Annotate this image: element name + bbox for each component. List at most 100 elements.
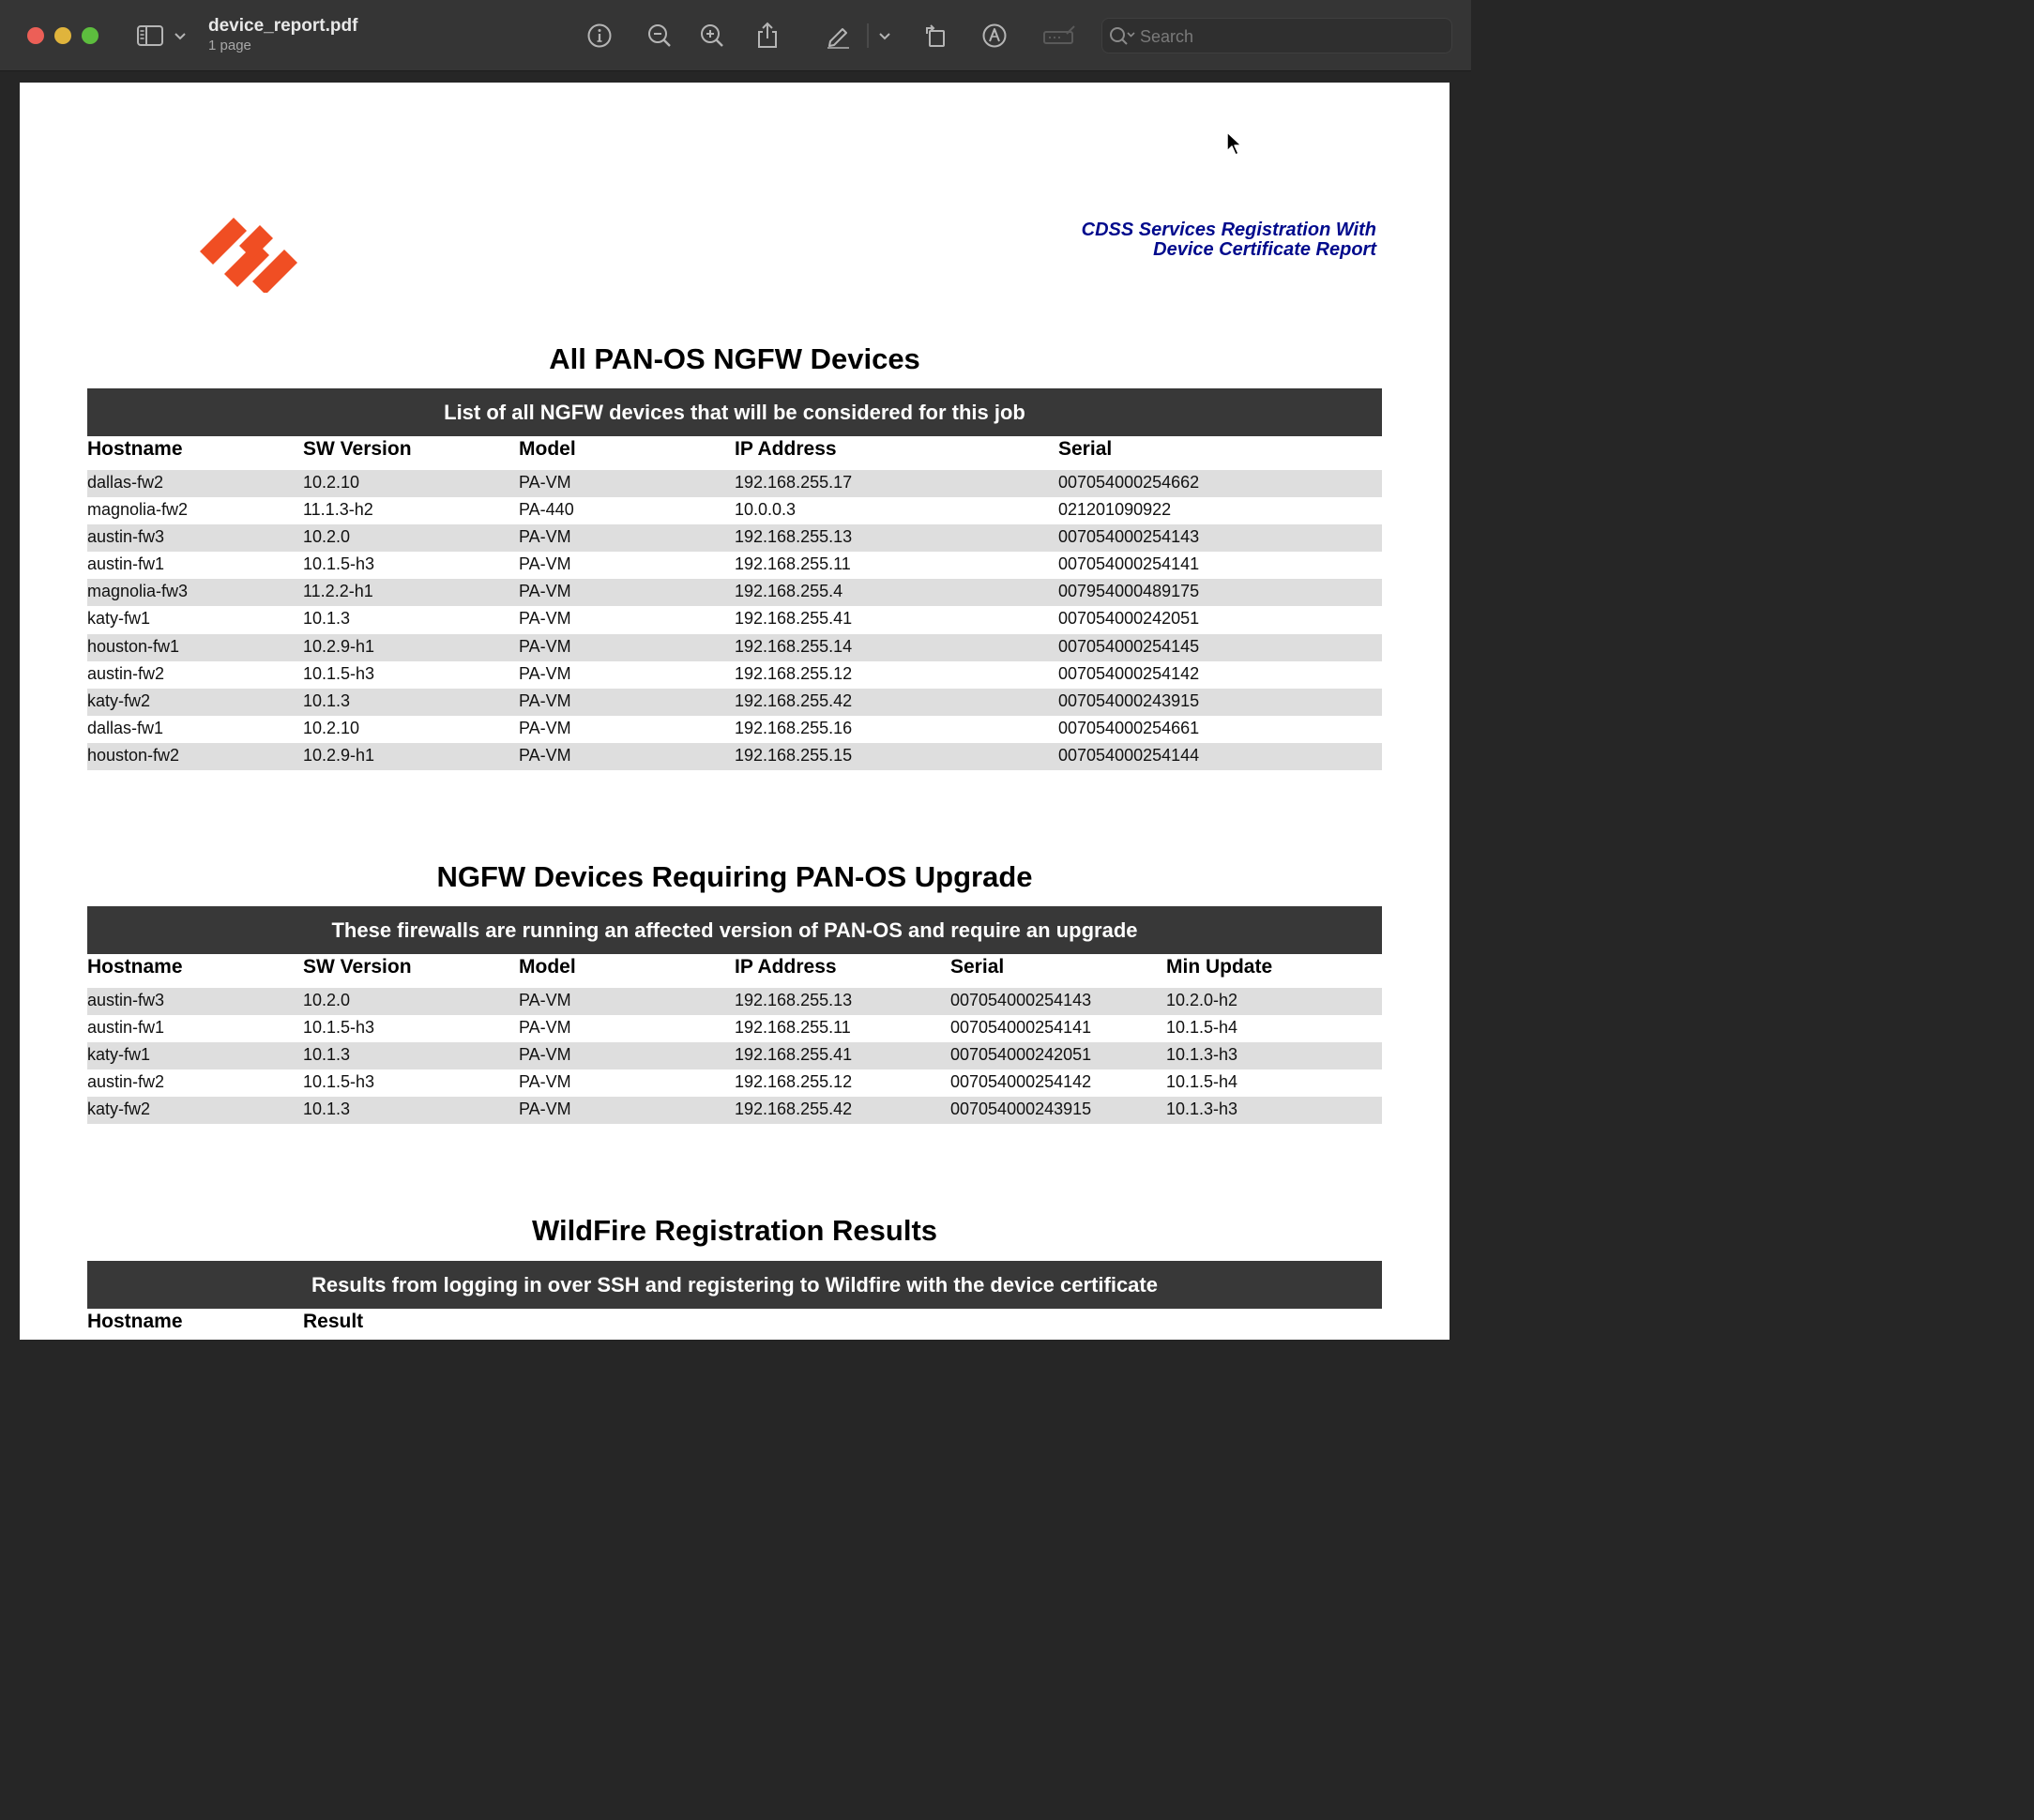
- table-cell: austin-fw3: [87, 991, 165, 1009]
- report-title-line-2: Device Certificate Report: [1153, 239, 1376, 260]
- upgrade-devices-table: Hostname SW Version Model IP Address Serial M…: [87, 954, 1382, 1125]
- table-cell: austin-fw2: [87, 663, 165, 683]
- table-cell: 192.168.255.42: [735, 690, 853, 710]
- table-row: katy-fw2 10.1.3 PA-VM 192.168.255.42 0070540…: [87, 1097, 1382, 1125]
- annotate-icon[interactable]: [980, 21, 1009, 51]
- all-devices-table: Hostname SW Version Model IP Address Serial d…: [87, 436, 1382, 771]
- table-cell: 192.168.255.15: [735, 745, 853, 765]
- minimize-window-button[interactable]: [54, 27, 71, 44]
- table-row: austin-fw1 10.1.5-h3 PA-VM 192.168.255.11 00…: [87, 1015, 1382, 1042]
- table-cell: 10.1.5-h3: [303, 663, 375, 683]
- rotate-icon[interactable]: [921, 21, 949, 51]
- search-field[interactable]: [1101, 18, 1452, 53]
- column-header: Min Update: [1166, 956, 1273, 978]
- table-cell: 007054000254144: [1058, 745, 1200, 765]
- table-row: dallas-fw1 10.2.10 PA-VM 192.168.255.16 0070…: [87, 716, 1382, 743]
- table-row: magnolia-fw3 11.2.2-h1 PA-VM 192.168.255.4 0…: [87, 579, 1382, 607]
- zoom-in-icon[interactable]: [698, 21, 726, 51]
- table-cell: katy-fw1: [87, 1045, 151, 1065]
- column-header: Hostname: [87, 956, 183, 978]
- table-cell: magnolia-fw2: [87, 500, 189, 520]
- table-cell: 192.168.255.13: [735, 991, 853, 1009]
- table-cell: 10.1.3: [303, 690, 351, 710]
- section-heading-wildfire: WildFire Registration Results: [531, 1214, 938, 1247]
- table-cell: PA-VM: [519, 554, 571, 574]
- table-cell: 10.1.5-h3: [303, 1018, 375, 1038]
- section-banner-wildfire: Results from logging in over SSH and reg…: [87, 1261, 1382, 1309]
- table-cell: 10.1.5-h3: [303, 1072, 375, 1092]
- table-cell: 192.168.255.17: [735, 473, 853, 492]
- column-header: IP Address: [735, 956, 837, 978]
- maximize-window-button[interactable]: [82, 27, 99, 44]
- mouse-cursor-icon: [1226, 131, 1242, 156]
- table-cell: 007054000243915: [1058, 690, 1200, 710]
- table-cell: 192.168.255.11: [735, 554, 851, 574]
- table-cell: dallas-fw1: [87, 718, 164, 737]
- table-header-row: Hostname Result: [87, 1309, 1382, 1342]
- column-header: Model: [519, 438, 576, 460]
- share-icon[interactable]: [753, 21, 782, 51]
- section-banner-upgrade: These firewalls are running an affected …: [87, 906, 1382, 954]
- document-title[interactable]: device_report.pdf: [208, 16, 357, 37]
- table-cell: 10.1.3-h3: [1166, 1100, 1238, 1119]
- close-window-button[interactable]: [27, 27, 44, 44]
- info-icon[interactable]: [585, 21, 614, 51]
- column-header: SW Version: [303, 956, 412, 978]
- search-icon: [1110, 27, 1135, 45]
- company-logo: [200, 218, 297, 293]
- table-cell: austin-fw3: [87, 527, 165, 547]
- chevron-down-icon[interactable]: [172, 21, 189, 51]
- table-row: austin-fw3 10.2.0 PA-VM 192.168.255.13 00705…: [87, 988, 1382, 1016]
- table-cell: PA-VM: [519, 473, 571, 492]
- table-row: dallas-fw2 10.2.10 PA-VM 192.168.255.17 0070…: [87, 470, 1382, 498]
- table-cell: 10.2.0: [303, 991, 351, 1009]
- form-fill-icon[interactable]: [1041, 21, 1077, 51]
- toolbar-divider: [867, 23, 869, 48]
- table-cell: austin-fw1: [87, 1018, 165, 1038]
- section-heading-all-devices: All PAN-OS NGFW Devices: [549, 342, 920, 375]
- table-row: magnolia-fw2 11.1.3-h2 PA-440 10.0.0.3 02120…: [87, 497, 1382, 524]
- column-header: Result: [303, 1311, 364, 1332]
- table-cell: 007054000242051: [950, 1045, 1092, 1065]
- sidebar-toggle-icon[interactable]: [135, 21, 165, 51]
- table-cell: 10.1.3: [303, 1045, 351, 1065]
- table-cell: 007054000254141: [950, 1018, 1092, 1038]
- table-cell: 10.1.5-h4: [1166, 1018, 1238, 1038]
- report-title-line-1: CDSS Services Registration With: [1081, 220, 1376, 240]
- table-row: houston-fw1 10.2.9-h1 PA-VM 192.168.255.14 0…: [87, 633, 1382, 661]
- table-cell: magnolia-fw3: [87, 582, 189, 601]
- markup-pen-icon[interactable]: [823, 21, 853, 51]
- table-cell: 11.2.2-h1: [303, 582, 373, 601]
- table-cell: PA-VM: [519, 1072, 571, 1092]
- table-cell: 10.1.5-h4: [1166, 1072, 1238, 1092]
- column-header: Hostname: [87, 438, 183, 460]
- search-input[interactable]: [1138, 24, 1442, 49]
- table-cell: PA-VM: [519, 609, 571, 629]
- table-cell: 10.1.3: [303, 609, 351, 629]
- table-cell: 007054000242051: [1058, 609, 1200, 629]
- table-cell: 10.2.9-h1: [303, 636, 375, 656]
- table-cell: PA-VM: [519, 1100, 571, 1119]
- table-cell: 10.0.0.3: [735, 500, 797, 520]
- table-header-row: Hostname SW Version Model IP Address Serial: [87, 436, 1382, 470]
- report-title: CDSS Services Registration With Device C…: [1082, 220, 1376, 260]
- table-cell: 007054000243915: [950, 1100, 1092, 1119]
- table-cell: 192.168.255.14: [735, 636, 853, 656]
- table-cell: 10.1.3: [303, 1100, 351, 1119]
- table-cell: 007054000254142: [1058, 663, 1200, 683]
- zoom-out-icon[interactable]: [645, 21, 674, 51]
- column-header: Model: [519, 956, 576, 978]
- table-cell: PA-VM: [519, 1018, 571, 1038]
- table-cell: 007054000254142: [950, 1072, 1092, 1092]
- table-cell: dallas-fw2: [87, 473, 164, 492]
- table-cell: 10.2.10: [303, 718, 360, 737]
- table-cell: PA-VM: [519, 582, 571, 601]
- table-cell: 192.168.255.16: [735, 718, 853, 737]
- table-row: katy-fw2 10.1.3 PA-VM 192.168.255.42 0070540…: [87, 688, 1382, 716]
- chevron-down-icon[interactable]: [876, 21, 893, 51]
- table-cell: 10.1.3-h3: [1166, 1045, 1238, 1065]
- table-cell: 007054000254141: [1058, 554, 1200, 574]
- table-cell: katy-fw2: [87, 1100, 151, 1119]
- table-cell: PA-VM: [519, 527, 571, 547]
- wildfire-results-table: Hostname Result: [87, 1309, 1382, 1342]
